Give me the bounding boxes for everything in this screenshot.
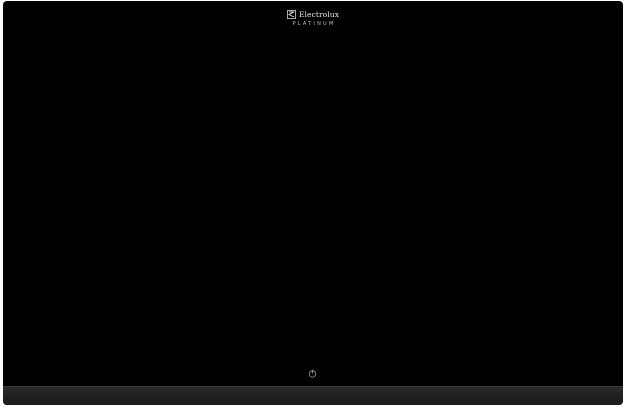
- brand-row: Electrolux: [253, 10, 373, 19]
- electrolux-logo-icon: [287, 10, 296, 19]
- induction-hob: Electrolux PLATINUM: [3, 1, 623, 405]
- sub-brand-label: PLATINUM: [292, 21, 336, 27]
- brand-name: Electrolux: [298, 10, 340, 19]
- brand-badge: Electrolux PLATINUM: [253, 10, 373, 27]
- power-icon[interactable]: [308, 369, 317, 378]
- front-trim: [3, 387, 623, 405]
